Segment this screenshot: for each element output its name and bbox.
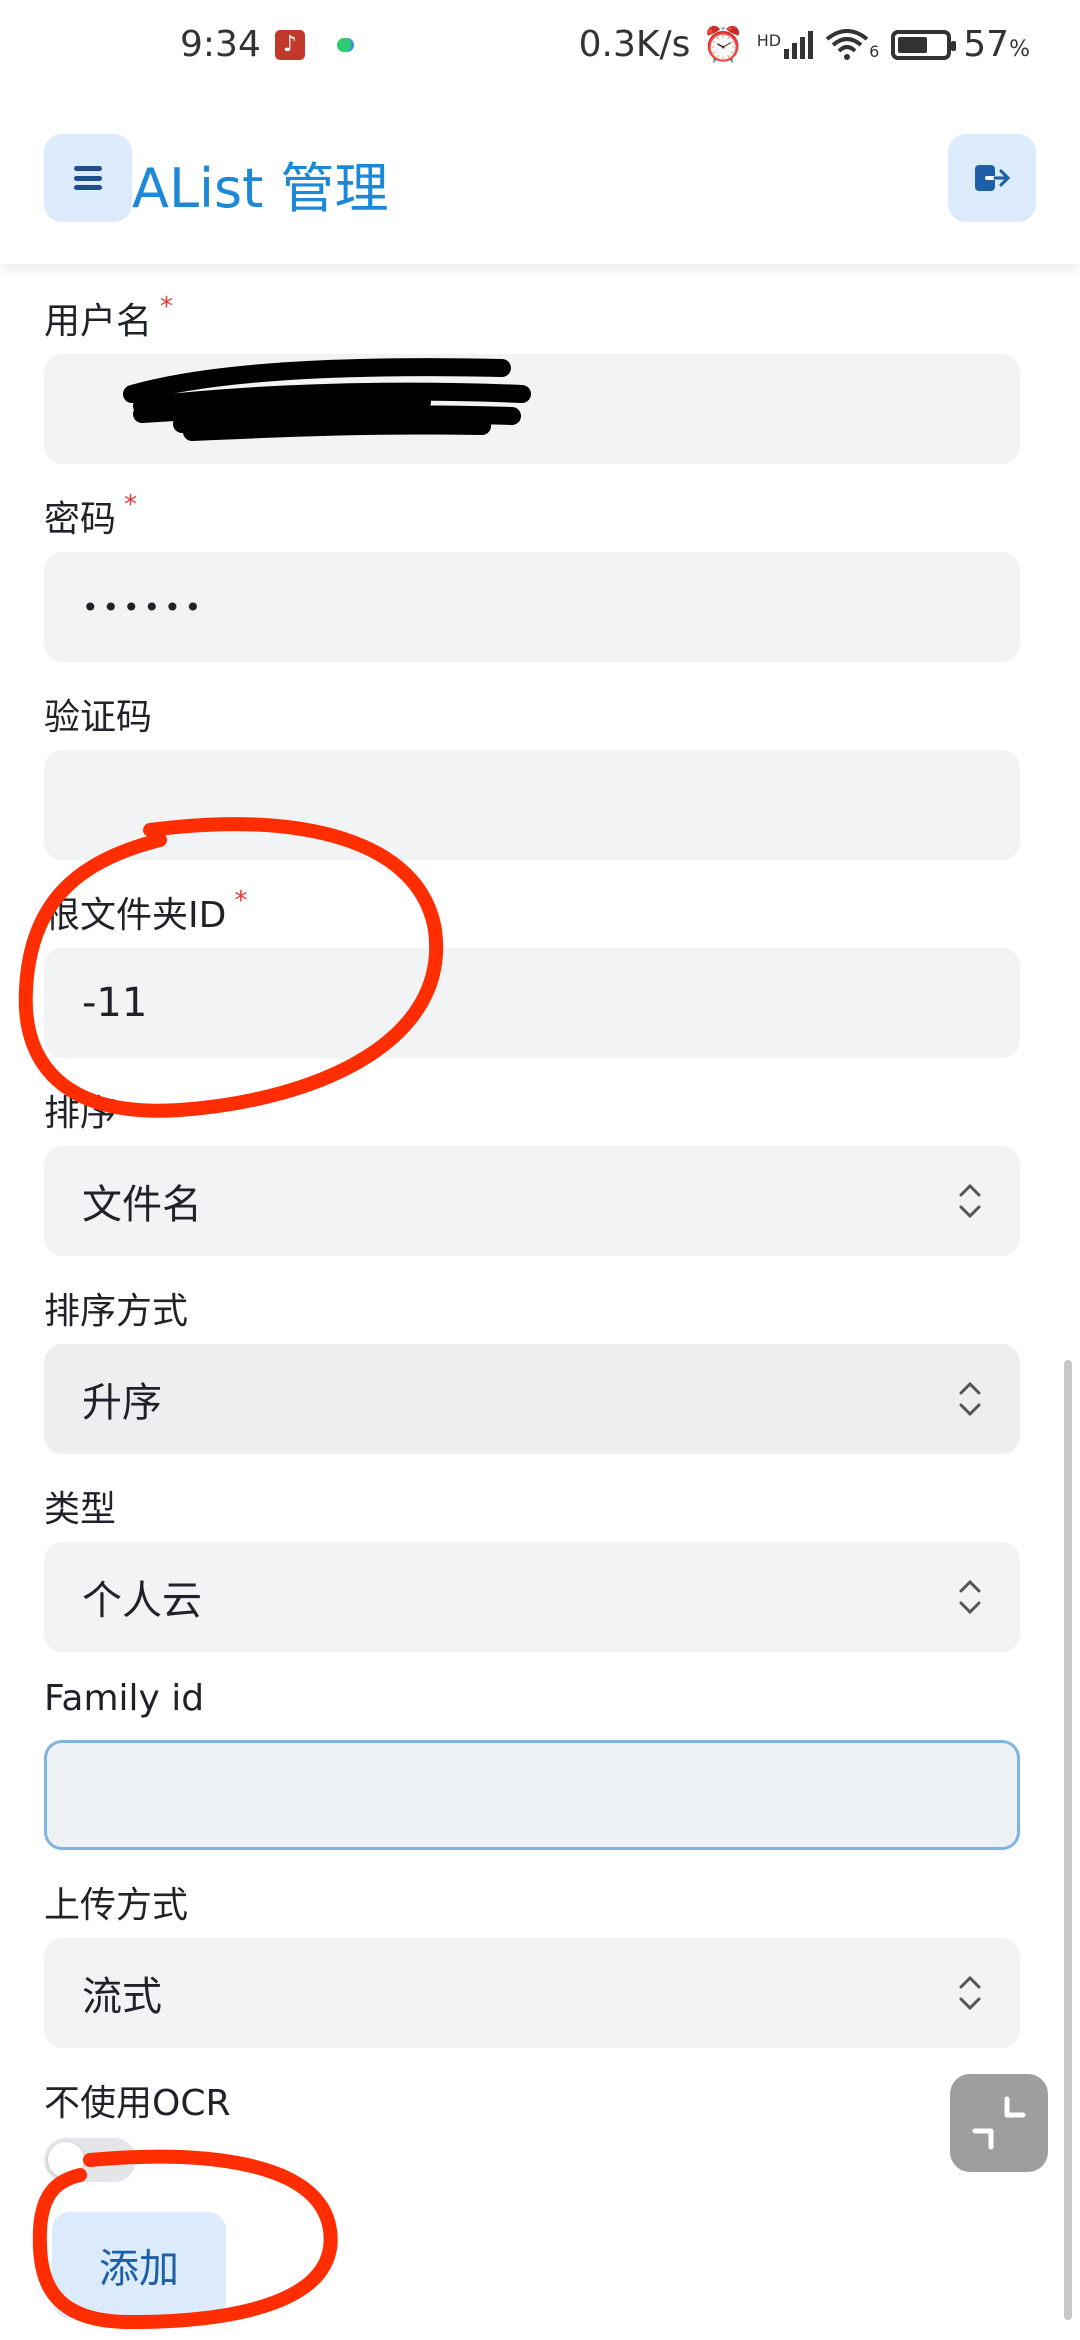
type-value: 个人云: [82, 1578, 202, 1624]
hamburger-icon: [74, 166, 102, 190]
no-ocr-toggle[interactable]: [44, 2138, 136, 2182]
upload-method-select[interactable]: 流式: [44, 1938, 1020, 2048]
upload-method-value: 流式: [82, 1974, 162, 2020]
wifi-sub-label: 6: [869, 41, 880, 61]
app-notification-icon: [336, 37, 351, 52]
menu-button[interactable]: [44, 134, 132, 222]
select-arrows-icon: [959, 1183, 981, 1219]
order-direction-select[interactable]: 升序: [44, 1344, 1020, 1454]
toggle-knob: [48, 2142, 84, 2178]
collapse-button[interactable]: [950, 2074, 1048, 2172]
status-right: 0.3K/s ⏰ HD 6 57%: [579, 24, 1030, 65]
status-bar: 9:34 ♪ 0.3K/s ⏰ HD 6 57%: [0, 0, 1080, 92]
status-left: 9:34 ♪: [180, 24, 351, 65]
sound-icon: ♪: [274, 29, 305, 60]
family-id-input[interactable]: [44, 1740, 1020, 1850]
order-direction-label: 排序方式: [44, 1291, 189, 1332]
battery-percent: 57%: [963, 24, 1030, 65]
network-speed: 0.3K/s: [578, 24, 691, 65]
scrollbar[interactable]: [1064, 1360, 1072, 2320]
username-label: 用户名 *: [44, 292, 174, 342]
username-input[interactable]: [44, 354, 1020, 464]
captcha-label: 验证码: [44, 697, 153, 738]
family-id-label: Family id: [44, 1678, 205, 1719]
select-arrows-icon: [959, 1381, 981, 1417]
collapse-icon: [972, 2096, 1026, 2150]
password-label: 密码 *: [44, 490, 138, 540]
signal-icon: HD: [756, 30, 814, 59]
captcha-input[interactable]: [44, 750, 1020, 860]
root-folder-value: -11: [82, 980, 148, 1026]
signal-hd-label: HD: [756, 30, 782, 50]
root-folder-label: 根文件夹ID *: [44, 886, 248, 936]
password-value: ••••••: [82, 590, 206, 624]
status-time: 9:34: [180, 24, 261, 65]
select-arrows-icon: [959, 1579, 981, 1615]
no-ocr-label: 不使用OCR: [44, 2083, 231, 2124]
type-label: 类型: [44, 1489, 117, 1530]
upload-method-label: 上传方式: [44, 1885, 189, 1926]
password-input[interactable]: ••••••: [44, 552, 1020, 662]
logout-icon: [975, 165, 1011, 191]
order-by-label: 排序: [44, 1093, 117, 1134]
app-title: AList 管理: [132, 157, 389, 220]
order-by-select[interactable]: 文件名: [44, 1146, 1020, 1256]
app-header: AList 管理: [0, 92, 1080, 264]
logout-button[interactable]: [948, 134, 1036, 222]
alarm-icon: ⏰: [702, 24, 745, 65]
wifi-icon: 6: [825, 28, 880, 61]
type-select[interactable]: 个人云: [44, 1542, 1020, 1652]
add-button[interactable]: 添加: [52, 2212, 226, 2318]
battery-icon: [891, 29, 957, 60]
order-by-value: 文件名: [82, 1182, 202, 1228]
redaction-scribble: [123, 358, 531, 441]
order-direction-value: 升序: [82, 1380, 162, 1426]
root-folder-input[interactable]: -11: [44, 948, 1020, 1058]
select-arrows-icon: [959, 1975, 981, 2011]
